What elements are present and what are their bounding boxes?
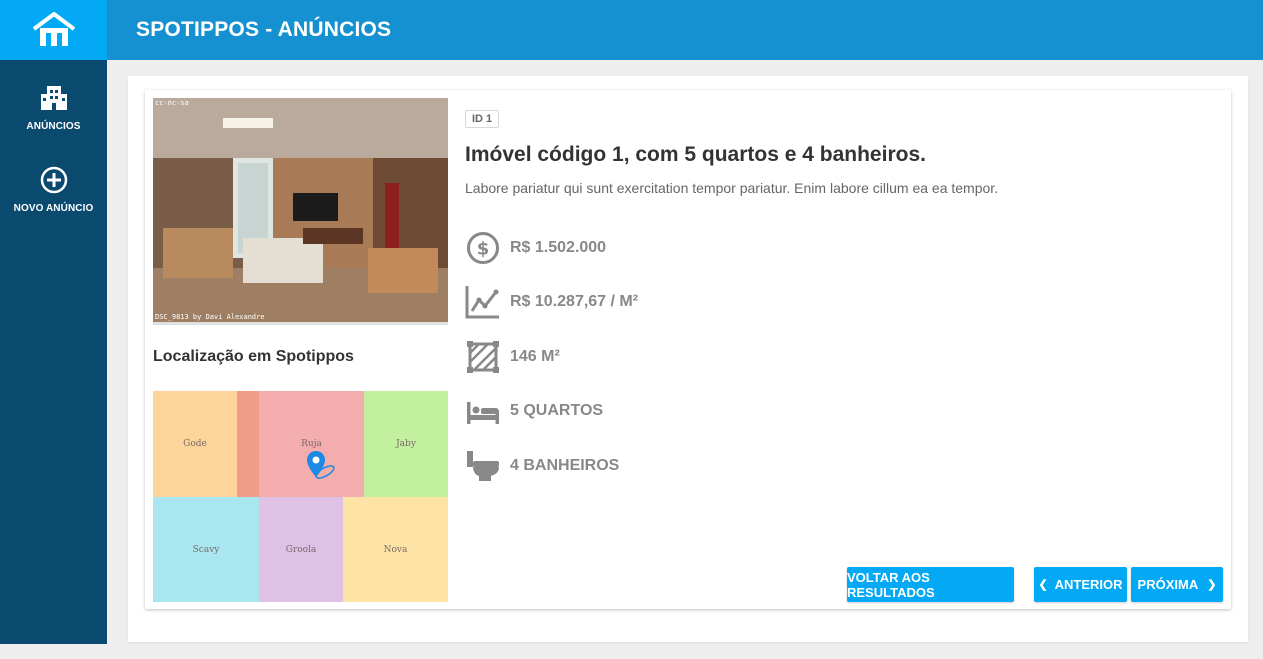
map-region-nova: Nova	[343, 497, 448, 602]
sidebar-item-anuncios[interactable]: ANÚNCIOS	[0, 82, 107, 132]
map-region-scavy: Scavy	[153, 497, 259, 602]
map-region-overlap	[237, 391, 259, 497]
area-value: 146 M²	[510, 348, 560, 365]
back-to-results-label: VOLTAR AOS RESULTADOS	[847, 569, 935, 600]
price-value: R$ 1.502.000	[510, 239, 607, 256]
photo-credit: DSC_9813 by Davi Alexandre	[155, 313, 265, 321]
price-per-m2-value: R$ 10.287,67 / M²	[510, 293, 639, 310]
dollar-circle-icon: $	[465, 230, 501, 266]
map-region-groola: Groola	[259, 497, 343, 602]
photo-license: cc-nc-sa	[155, 99, 189, 107]
toilet-icon	[465, 448, 501, 484]
attribute-price-per-m2: R$ 10.287,67 / M²	[465, 284, 638, 320]
property-photo: cc-nc-sa DSC_9813 by Davi Alexandre	[153, 98, 448, 322]
sidebar-item-novo-anuncio[interactable]: NOVO ANÚNCIO	[0, 166, 107, 214]
back-to-results-button[interactable]: VOLTAR AOS RESULTADOS	[847, 567, 1014, 602]
area-square-icon	[465, 339, 501, 375]
chevron-right-icon: ❯	[1207, 579, 1217, 591]
attribute-bathrooms: 4 BANHEIROS	[465, 448, 619, 484]
attribute-price: $ R$ 1.502.000	[465, 230, 606, 266]
location-map[interactable]: Gode Ruja Jaby Scavy Groola Nova	[153, 391, 448, 602]
next-label: PRÓXIMA	[1137, 577, 1199, 592]
sidebar: ANÚNCIOS NOVO ANÚNCIO	[0, 60, 107, 644]
bedrooms-value: 5 QUARTOS	[510, 402, 604, 419]
photo-divider	[153, 322, 448, 325]
next-button[interactable]: PRÓXIMA ❯	[1131, 567, 1223, 602]
header-bar: SPOTIPPOS - ANÚNCIOS	[107, 0, 1263, 60]
map-region-jaby: Jaby	[364, 391, 448, 497]
previous-button[interactable]: ❮ ANTERIOR	[1034, 567, 1127, 602]
chevron-left-icon: ❮	[1038, 579, 1048, 591]
attribute-bedrooms: 5 QUARTOS	[465, 393, 603, 429]
sidebar-item-label: ANÚNCIOS	[26, 121, 81, 132]
bed-icon	[465, 393, 501, 429]
map-region-gode: Gode	[153, 391, 237, 497]
svg-text:$: $	[477, 239, 490, 260]
listing-id-badge: ID 1	[465, 110, 500, 128]
app-logo[interactable]	[0, 0, 107, 60]
listing-description: Labore pariatur qui sunt exercitation te…	[465, 180, 999, 196]
map-marker-icon[interactable]	[307, 450, 341, 480]
house-logo-icon	[32, 12, 75, 46]
listing-title: Imóvel código 1, com 5 quartos e 4 banhe…	[465, 143, 926, 166]
location-title: Localização em Spotippos	[153, 348, 354, 365]
previous-label: ANTERIOR	[1054, 577, 1123, 592]
attribute-area: 146 M²	[465, 339, 560, 375]
map-region-ruja: Ruja	[259, 391, 364, 497]
bathrooms-value: 4 BANHEIROS	[510, 457, 620, 474]
plus-circle-icon	[40, 166, 67, 194]
building-icon	[40, 86, 67, 110]
line-chart-icon	[465, 284, 501, 320]
app-title: SPOTIPPOS - ANÚNCIOS	[136, 18, 392, 41]
sidebar-item-label: NOVO ANÚNCIO	[13, 203, 94, 214]
